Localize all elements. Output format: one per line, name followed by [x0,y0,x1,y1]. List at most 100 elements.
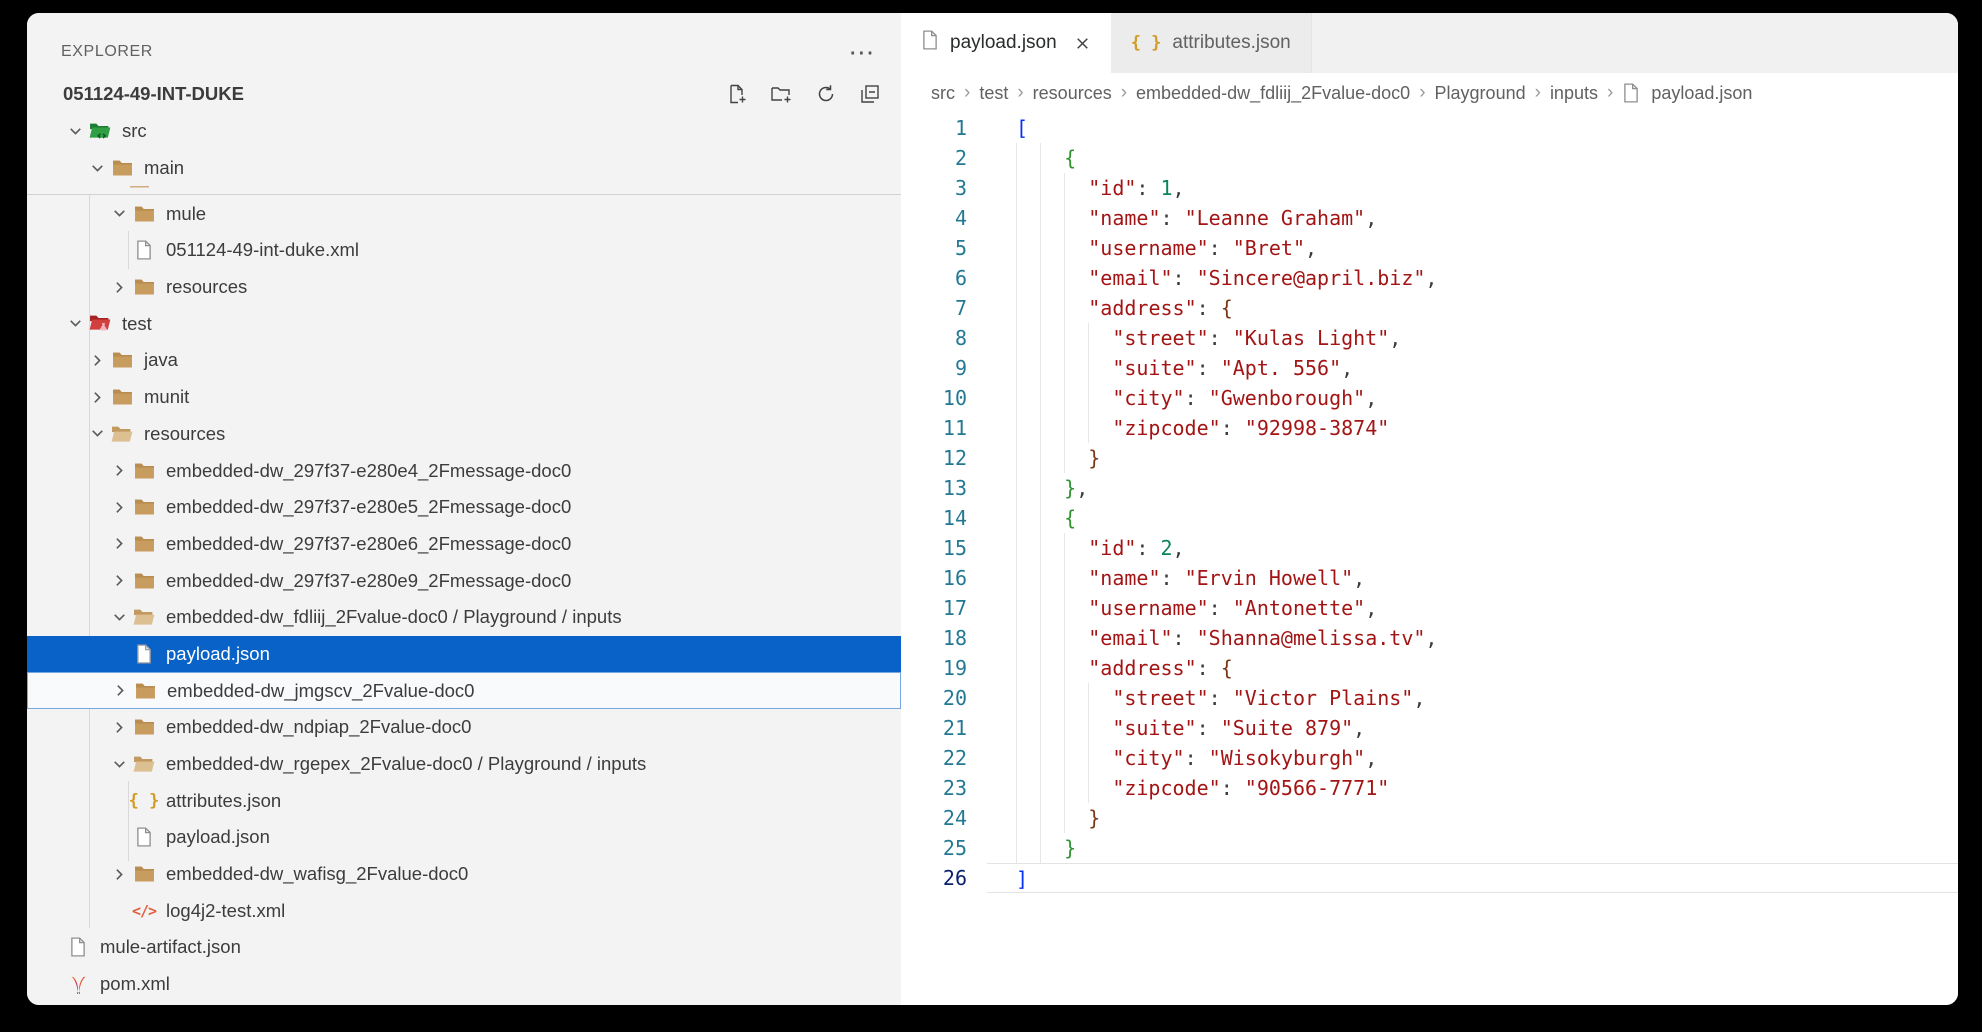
tree-item-label: test [122,313,152,335]
chevron-right-icon[interactable] [107,535,131,552]
tree-item-java[interactable]: java [27,342,901,379]
tab-attributes-json[interactable]: { }attributes.json [1111,13,1312,73]
code-line-content: "address": { [987,293,1958,323]
tree-item-embedded-dw-297f37-e280e5-2fmessage-doc0[interactable]: embedded-dw_297f37-e280e5_2Fmessage-doc0 [27,489,901,526]
token: { [1221,656,1233,680]
chevron-down-icon[interactable] [107,205,131,222]
refresh-icon[interactable] [815,83,837,105]
tree-item-embedded-dw-297f37-e280e6-2fmessage-doc0[interactable]: embedded-dw_297f37-e280e6_2Fmessage-doc0 [27,526,901,563]
code-line-content: "zipcode": "90566-7771" [987,773,1958,803]
code-line-6: 6"email": "Sincere@april.biz", [901,263,1958,293]
indent-guide [1016,353,1040,383]
breadcrumb-item-playground[interactable]: Playground [1435,83,1526,104]
tree-item-mule[interactable]: mule [27,195,901,232]
chevron-down-icon[interactable] [107,609,131,626]
tree-item-embedded-dw-jmgscv-2fvalue-doc0[interactable]: embedded-dw_jmgscv_2Fvalue-doc0 [27,672,901,709]
token: "address" [1088,656,1196,680]
token: : [1197,656,1221,680]
indent-guide [1088,383,1112,413]
chevron-down-icon[interactable] [85,425,109,442]
token: [ [1016,116,1028,140]
more-actions-icon[interactable]: ⋯ [848,47,875,57]
token: } [1064,476,1076,500]
tab-bar: payload.json{ }attributes.json [901,13,1958,73]
folder-open-icon [131,755,157,773]
chevron-right-icon[interactable] [107,279,131,296]
code-line-content: "name": "Leanne Graham", [987,203,1958,233]
tree-item-embedded-dw-rgepex-2fvalue-doc0-playgrou[interactable]: embedded-dw_rgepex_2Fvalue-doc0 / Playgr… [27,746,901,783]
clipped-row-icon [129,186,150,194]
new-folder-icon[interactable] [770,83,793,105]
chevron-down-icon[interactable] [85,160,109,177]
tree-item-embedded-dw-fdliij-2fvalue-doc0-playgrou[interactable]: embedded-dw_fdliij_2Fvalue-doc0 / Playgr… [27,599,901,636]
token: , [1365,386,1377,410]
chevron-right-icon[interactable] [85,389,109,406]
tree-item-payload-json[interactable]: payload.json [27,636,901,673]
chevron-right-icon[interactable] [108,682,132,699]
tree-item-payload-json[interactable]: payload.json [27,819,901,856]
indent-guide [1064,773,1088,803]
indent-guide [1040,383,1064,413]
chevron-down-icon[interactable] [63,123,87,140]
tree-item-test[interactable]: test [27,305,901,342]
chevron-down-icon[interactable] [107,756,131,773]
breadcrumb-separator: › [1017,82,1023,104]
tree-item-label: 051124-49-int-duke.xml [166,239,359,261]
token: "id" [1088,536,1136,560]
code-line-content: }, [987,473,1958,503]
tree-item-munit[interactable]: munit [27,379,901,416]
chevron-right-icon[interactable] [107,719,131,736]
code-line-content: "city": "Gwenborough", [987,383,1958,413]
chevron-right-icon[interactable] [107,499,131,516]
breadcrumb-item-resources[interactable]: resources [1033,83,1112,104]
explorer-header: EXPLORER ⋯ [27,13,901,75]
tree-item-mule-artifact-json[interactable]: mule-artifact.json [27,929,901,966]
tree-item-pom-xml[interactable]: pom.xml [27,966,901,1003]
close-icon[interactable] [1074,35,1091,52]
indent-guide [1064,203,1088,233]
tree-item-resources[interactable]: resources [27,269,901,306]
new-file-icon[interactable] [726,83,748,105]
tree-item-main[interactable]: main [27,150,901,187]
indent-guide [1016,623,1040,653]
token: , [1173,536,1185,560]
token: "Leanne Graham" [1185,206,1366,230]
token: : [1197,356,1221,380]
tree-item-embedded-dw-297f37-e280e4-2fmessage-doc0[interactable]: embedded-dw_297f37-e280e4_2Fmessage-doc0 [27,452,901,489]
breadcrumb-separator: › [964,82,970,104]
tree-item-log4j2-test-xml[interactable]: </>log4j2-test.xml [27,892,901,929]
tree-item-resources[interactable]: resources [27,416,901,453]
tree-item-051124-49-int-duke-xml[interactable]: 051124-49-int-duke.xml [27,232,901,269]
tree-item-embedded-dw-297f37-e280e9-2fmessage-doc0[interactable]: embedded-dw_297f37-e280e9_2Fmessage-doc0 [27,562,901,599]
indent-guide [1064,713,1088,743]
xml-icon: </> [131,902,157,920]
chevron-right-icon[interactable] [85,352,109,369]
tree-item-attributes-json[interactable]: { }attributes.json [27,782,901,819]
collapse-all-icon[interactable] [859,83,881,105]
code-line-21: 21"suite": "Suite 879", [901,713,1958,743]
breadcrumb-item-src[interactable]: src [931,83,955,104]
code-editor[interactable]: 1[2{3"id": 1,4"name": "Leanne Graham",5"… [901,113,1958,1005]
token: "username" [1088,596,1208,620]
tree-item-label: embedded-dw_297f37-e280e5_2Fmessage-doc0 [166,496,571,518]
breadcrumb-item-embedded-dw-fdliij-2fvalue-doc0[interactable]: embedded-dw_fdliij_2Fvalue-doc0 [1136,83,1410,104]
tab-payload-json[interactable]: payload.json [901,13,1111,73]
tree-item-src[interactable]: src [27,113,901,150]
folder-icon [131,498,157,516]
indent-guide [1064,293,1088,323]
tree-item-embedded-dw-wafisg-2fvalue-doc0[interactable]: embedded-dw_wafisg_2Fvalue-doc0 [27,856,901,893]
indent-guide [1040,623,1064,653]
breadcrumb-item-payload-json[interactable]: payload.json [1651,83,1752,104]
tree-item-embedded-dw-ndpiap-2fvalue-doc0[interactable]: embedded-dw_ndpiap_2Fvalue-doc0 [27,709,901,746]
project-root-row[interactable]: 051124-49-INT-DUKE [27,75,901,113]
line-number: 18 [901,623,967,653]
code-line-12: 12} [901,443,1958,473]
chevron-right-icon[interactable] [107,462,131,479]
token: : [1221,416,1245,440]
chevron-right-icon[interactable] [107,572,131,589]
line-number: 13 [901,473,967,503]
breadcrumb-item-test[interactable]: test [979,83,1008,104]
breadcrumb-item-inputs[interactable]: inputs [1550,83,1598,104]
chevron-down-icon[interactable] [63,315,87,332]
chevron-right-icon[interactable] [107,866,131,883]
